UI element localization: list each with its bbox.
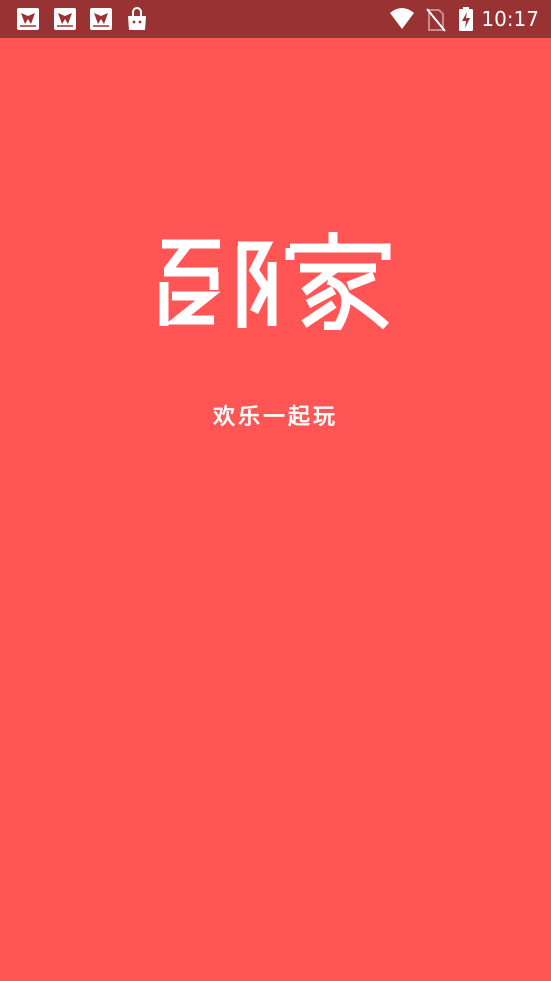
shopping-bag-icon [125, 7, 149, 31]
wifi-icon [389, 0, 415, 38]
app-logo [158, 230, 394, 330]
kite-app-icon [16, 7, 40, 31]
battery-charging-icon [456, 0, 476, 38]
no-sim-icon [425, 0, 447, 38]
kite-app-icon [89, 7, 113, 31]
kite-app-icon [53, 7, 77, 31]
status-time: 10:17 [481, 7, 539, 31]
tagline: 欢乐一起玩 [212, 404, 338, 430]
status-bar: 10:17 [0, 0, 551, 38]
splash-screen: 欢乐一起玩 [0, 38, 551, 981]
